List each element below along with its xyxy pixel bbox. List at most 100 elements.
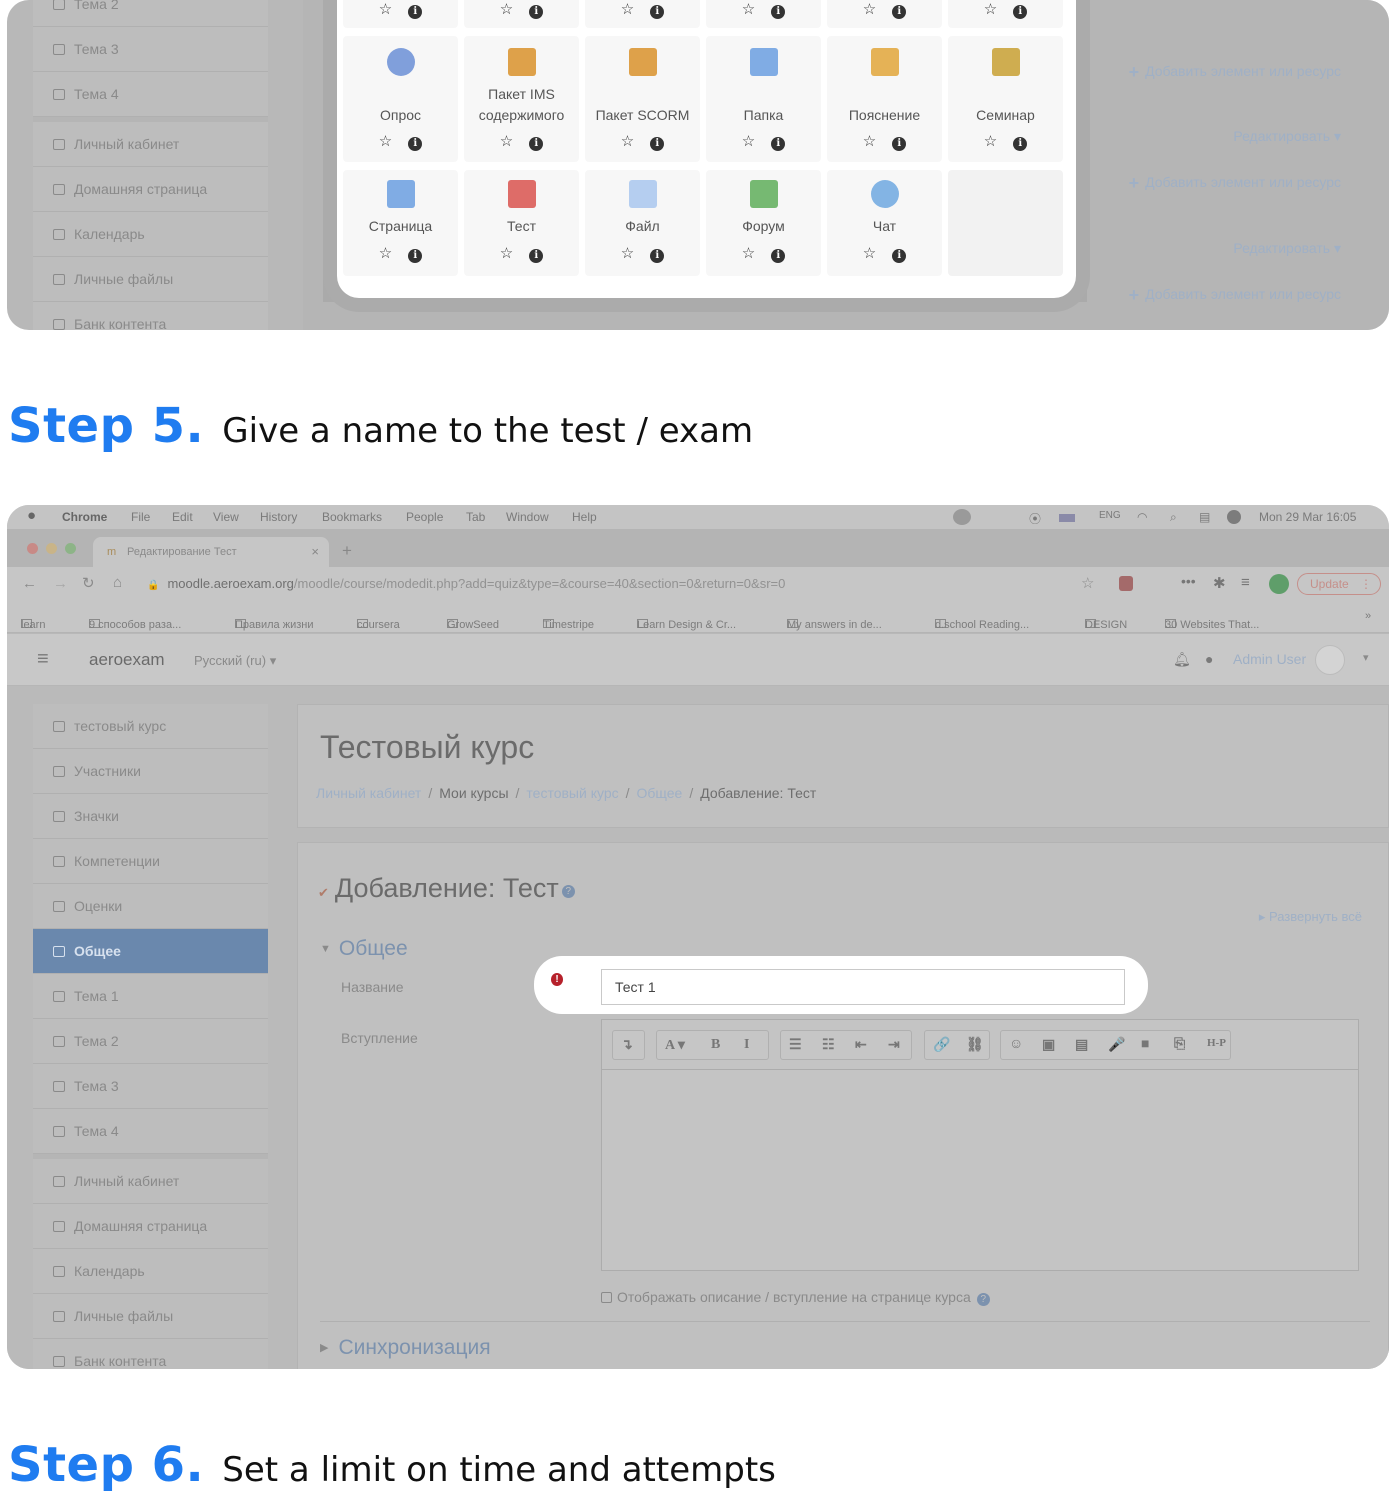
reload-icon[interactable]: ↻ bbox=[82, 574, 95, 592]
menu-view[interactable]: View bbox=[213, 510, 239, 524]
sidebar-item-4[interactable]: Компетенции bbox=[33, 839, 268, 884]
bookmarks-overflow-icon[interactable]: » bbox=[1365, 610, 1371, 622]
menu-people[interactable]: People bbox=[406, 510, 443, 524]
back-icon[interactable]: ← bbox=[22, 575, 37, 592]
sidebar-link-2[interactable]: Домашняя страница bbox=[33, 1204, 268, 1249]
sidebar-link-5[interactable]: Банк контента bbox=[33, 1339, 268, 1369]
sidebar-item-10[interactable]: Тема 4 bbox=[33, 1109, 268, 1154]
star-icon[interactable]: ☆ bbox=[742, 244, 755, 262]
url-field[interactable]: 🔒 moodle.aeroexam.org/moodle/course/moded… bbox=[137, 571, 1137, 597]
info-icon[interactable]: i bbox=[1013, 5, 1028, 19]
wifi-icon[interactable]: ◠ bbox=[1137, 510, 1147, 524]
activity-cell-scorm-package[interactable]: Пакет SCORM ☆ i bbox=[585, 36, 700, 162]
sidebar-item-9[interactable]: Тема 3 bbox=[33, 1064, 268, 1109]
info-icon[interactable]: i bbox=[650, 249, 665, 263]
info-icon[interactable]: i bbox=[1013, 137, 1028, 151]
sidebar-item[interactable]: Тема 3 bbox=[33, 27, 268, 72]
puzzle-icon[interactable]: ✱ bbox=[1213, 574, 1226, 592]
home-icon[interactable]: ⌂ bbox=[113, 574, 122, 591]
maximize-window-icon[interactable] bbox=[65, 543, 76, 554]
star-icon[interactable]: ☆ bbox=[863, 132, 876, 150]
help-icon[interactable]: ? bbox=[561, 885, 575, 898]
user-menu-chevron-icon[interactable]: ▾ bbox=[1363, 651, 1369, 664]
sidebar-item-2[interactable]: Участники bbox=[33, 749, 268, 794]
sidebar-link-3[interactable]: Календарь bbox=[33, 1249, 268, 1294]
manage-files-icon[interactable]: ⎘ bbox=[1174, 1037, 1185, 1053]
info-icon[interactable]: i bbox=[529, 5, 544, 19]
sidebar-item[interactable]: Банк контента bbox=[33, 302, 268, 330]
sidebar-item-7[interactable]: Тема 1 bbox=[33, 974, 268, 1019]
user-avatar[interactable] bbox=[1315, 645, 1345, 675]
sidebar-link-4[interactable]: Личные файлы bbox=[33, 1294, 268, 1339]
activity-cell[interactable]: ☆ i bbox=[343, 0, 458, 28]
star-icon[interactable]: ☆ bbox=[621, 132, 634, 150]
show-description-checkbox-row[interactable]: Отображать описание / вступление на стра… bbox=[601, 1289, 990, 1306]
info-icon[interactable]: i bbox=[771, 137, 786, 151]
sidebar-item[interactable]: Личные файлы bbox=[33, 257, 268, 302]
menu-window[interactable]: Window bbox=[506, 510, 549, 524]
sidebar-item-3[interactable]: Значки bbox=[33, 794, 268, 839]
apple-icon[interactable]: ● bbox=[27, 507, 36, 524]
record-audio-icon[interactable]: 🎤 bbox=[1108, 1037, 1125, 1054]
status-circle-icon[interactable] bbox=[953, 509, 971, 525]
control-center-icon[interactable]: ▤ bbox=[1199, 510, 1210, 524]
section-sync-toggle[interactable]: ▶ Синхронизация bbox=[320, 1336, 491, 1360]
expand-all-link[interactable]: ▸ Развернуть всё bbox=[1259, 909, 1362, 925]
section-general-toggle[interactable]: ▼ Общее bbox=[320, 937, 408, 961]
star-icon[interactable]: ☆ bbox=[863, 244, 876, 262]
site-name[interactable]: aeroexam bbox=[89, 650, 165, 670]
breadcrumb-item[interactable]: Личный кабинет bbox=[316, 785, 421, 801]
sidebar-link-1[interactable]: Личный кабинет bbox=[33, 1159, 268, 1204]
menu-help[interactable]: Help bbox=[572, 510, 597, 524]
star-icon[interactable]: ☆ bbox=[500, 132, 513, 150]
menu-tab[interactable]: Tab bbox=[466, 510, 485, 524]
info-icon[interactable]: i bbox=[408, 137, 423, 151]
italic-icon[interactable]: I bbox=[744, 1037, 749, 1053]
close-window-icon[interactable] bbox=[27, 543, 38, 554]
outdent-icon[interactable]: ⇤ bbox=[855, 1037, 867, 1054]
info-icon[interactable]: i bbox=[892, 5, 907, 19]
star-icon[interactable]: ☆ bbox=[500, 244, 513, 262]
h5p-icon[interactable]: H-P bbox=[1207, 1037, 1226, 1049]
close-tab-icon[interactable]: × bbox=[311, 544, 319, 559]
notification-bell-icon[interactable]: 🔔︎ bbox=[1173, 651, 1191, 668]
sidebar-item[interactable]: Тема 4 bbox=[33, 72, 268, 117]
minimize-window-icon[interactable] bbox=[46, 543, 57, 554]
info-icon[interactable]: i bbox=[771, 5, 786, 19]
info-icon[interactable]: i bbox=[771, 249, 786, 263]
sidebar-item-5[interactable]: Оценки bbox=[33, 884, 268, 929]
bullet-list-icon[interactable]: ☰ bbox=[789, 1037, 802, 1054]
activity-cell-quiz[interactable]: Тест ☆ i bbox=[464, 170, 579, 276]
edit-dropdown[interactable]: Редактировать ▾ bbox=[1233, 128, 1341, 145]
activity-cell-ims-package[interactable]: Пакет IMS содержимого ☆ i bbox=[464, 36, 579, 162]
activity-cell-label[interactable]: Пояснение ☆ i bbox=[827, 36, 942, 162]
forward-icon[interactable]: → bbox=[53, 575, 68, 592]
user-name[interactable]: Admin User bbox=[1233, 651, 1306, 667]
bold-icon[interactable]: B bbox=[711, 1037, 720, 1053]
hamburger-icon[interactable]: ≡ bbox=[37, 648, 49, 671]
menu-chrome[interactable]: Chrome bbox=[62, 510, 107, 524]
sidebar-item-1[interactable]: тестовый курс bbox=[33, 704, 268, 749]
menu-file[interactable]: File bbox=[131, 510, 150, 524]
add-activity-link[interactable]: + Добавить элемент или ресурс bbox=[1129, 173, 1341, 194]
star-icon[interactable]: ☆ bbox=[863, 0, 876, 18]
menu-edit[interactable]: Edit bbox=[172, 510, 193, 524]
show-description-checkbox[interactable] bbox=[601, 1292, 612, 1303]
star-icon[interactable]: ☆ bbox=[621, 0, 634, 18]
record-icon[interactable]: ⦿ bbox=[1029, 510, 1041, 527]
extension-shield-icon[interactable] bbox=[1119, 576, 1133, 591]
emoji-icon[interactable]: ☺ bbox=[1009, 1037, 1023, 1053]
activity-cell[interactable]: ☆ i bbox=[585, 0, 700, 28]
star-icon[interactable]: ☆ bbox=[379, 0, 392, 18]
messages-icon[interactable]: ● bbox=[1205, 651, 1213, 667]
sidebar-item[interactable]: Домашняя страница bbox=[33, 167, 268, 212]
sidebar-item-6[interactable]: Общее bbox=[33, 929, 268, 974]
star-icon[interactable]: ☆ bbox=[500, 0, 513, 18]
reading-list-icon[interactable]: ≡ bbox=[1241, 574, 1250, 591]
help-icon[interactable]: ? bbox=[976, 1293, 990, 1306]
breadcrumb-item[interactable]: Общее bbox=[637, 785, 683, 801]
profile-avatar[interactable] bbox=[1269, 574, 1289, 594]
star-icon[interactable]: ☆ bbox=[742, 132, 755, 150]
numbered-list-icon[interactable]: ☷ bbox=[822, 1037, 835, 1054]
language-menu[interactable]: Русский (ru) ▾ bbox=[194, 653, 276, 669]
